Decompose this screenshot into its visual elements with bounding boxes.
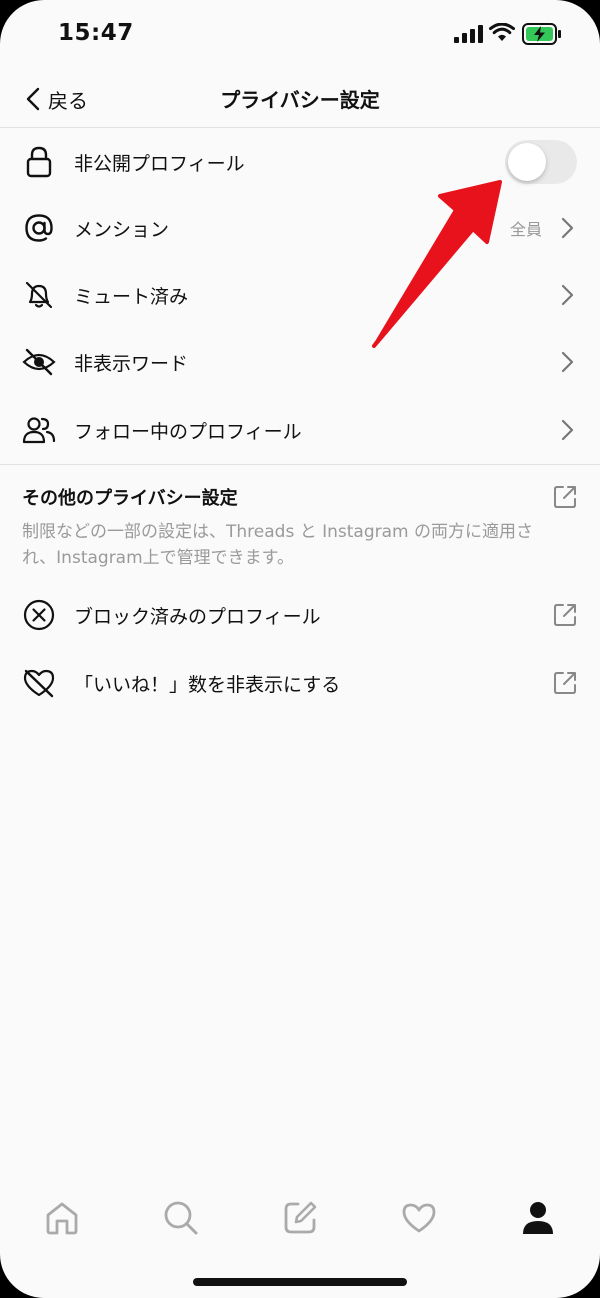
home-icon [46,1202,78,1235]
external-link-icon[interactable] [552,484,578,510]
people-icon [22,413,56,447]
external-link-icon [554,604,576,626]
external-link-icon [554,672,576,694]
private-profile-label: 非公開プロフィール [74,152,245,175]
lock-icon [22,145,56,179]
wifi-icon [489,23,515,41]
compose-icon [284,1201,317,1234]
blocked-profiles-label: ブロック済みのプロフィール [74,605,321,628]
heart-off-icon [22,666,56,700]
chevron-right-icon [561,351,574,373]
following-profiles-label: フォロー中のプロフィール [74,420,302,443]
chevron-right-icon [561,419,574,441]
other-settings-title: その他のプライバシー設定 [22,488,238,509]
bell-off-icon [22,278,56,312]
block-circle-x-icon [22,598,56,632]
hide-likes-label: 「いいね！」数を非表示にする [74,673,341,696]
status-time: 15:47 [58,20,134,46]
chevron-right-icon [561,217,574,239]
annotation-arrow-icon [372,180,502,348]
privacy-settings-screen: 15:47 戻る プライバシー設定 非公開プロフィール メンション 全員 ミュー… [0,0,600,1298]
muted-label: ミュート済み [74,285,189,308]
tab-activity[interactable] [389,1190,449,1246]
home-indicator [193,1278,407,1286]
hide-likes-row[interactable]: 「いいね！」数を非表示にする [0,651,600,715]
battery-charging-icon [522,23,561,45]
other-settings-description: 制限などの一部の設定は、Threads と Instagram の両方に適用され… [22,522,533,568]
hidden-words-label: 非表示ワード [74,352,189,375]
tab-compose[interactable] [270,1190,330,1246]
following-profiles-row[interactable]: フォロー中のプロフィール [0,398,600,462]
chevron-right-icon [561,284,574,306]
status-bar: 15:47 [0,0,600,70]
bottom-tab-bar [0,1190,600,1250]
heart-icon [402,1203,436,1233]
tab-home[interactable] [32,1190,92,1246]
profile-icon [523,1202,553,1234]
tab-search[interactable] [151,1190,211,1246]
cellular-signal-icon [454,25,483,43]
header: 戻る プライバシー設定 [0,70,600,128]
header-divider [0,127,600,128]
tab-profile[interactable] [508,1190,568,1246]
blocked-profiles-row[interactable]: ブロック済みのプロフィール [0,583,600,647]
search-icon [164,1201,198,1235]
mentions-label: メンション [74,218,170,241]
page-title: プライバシー設定 [220,88,380,112]
section-divider [0,464,600,465]
eye-off-icon [22,345,56,379]
at-sign-icon [22,211,56,245]
